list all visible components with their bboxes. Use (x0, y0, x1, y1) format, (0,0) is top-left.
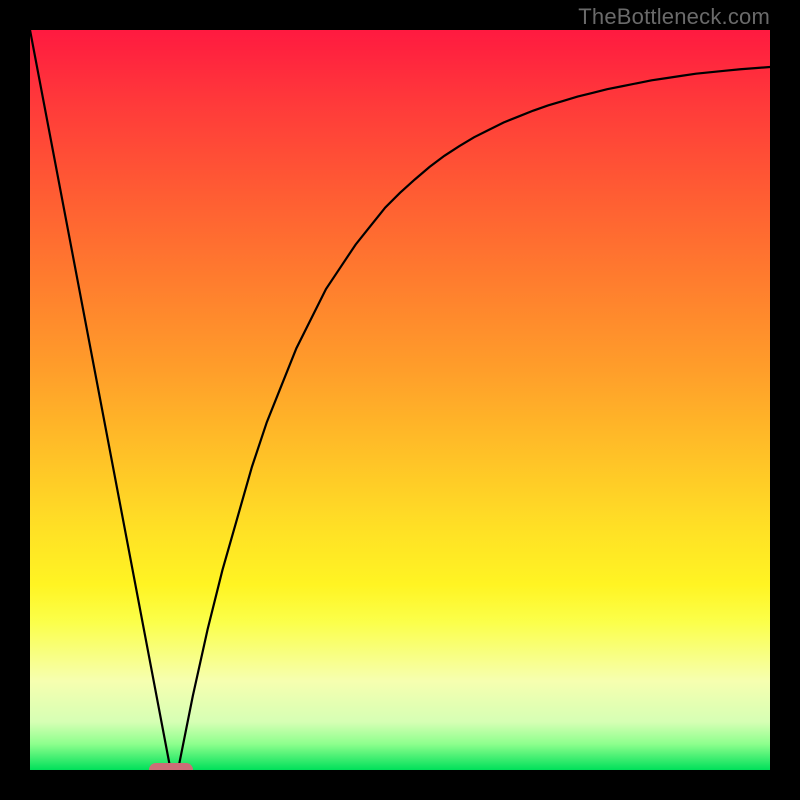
curve-layer (30, 30, 770, 770)
watermark-text: TheBottleneck.com (578, 4, 770, 30)
chart-frame: TheBottleneck.com (0, 0, 800, 800)
minimum-marker (149, 763, 193, 770)
curve-right (178, 67, 770, 770)
plot-area (30, 30, 770, 770)
curve-left (30, 30, 171, 770)
